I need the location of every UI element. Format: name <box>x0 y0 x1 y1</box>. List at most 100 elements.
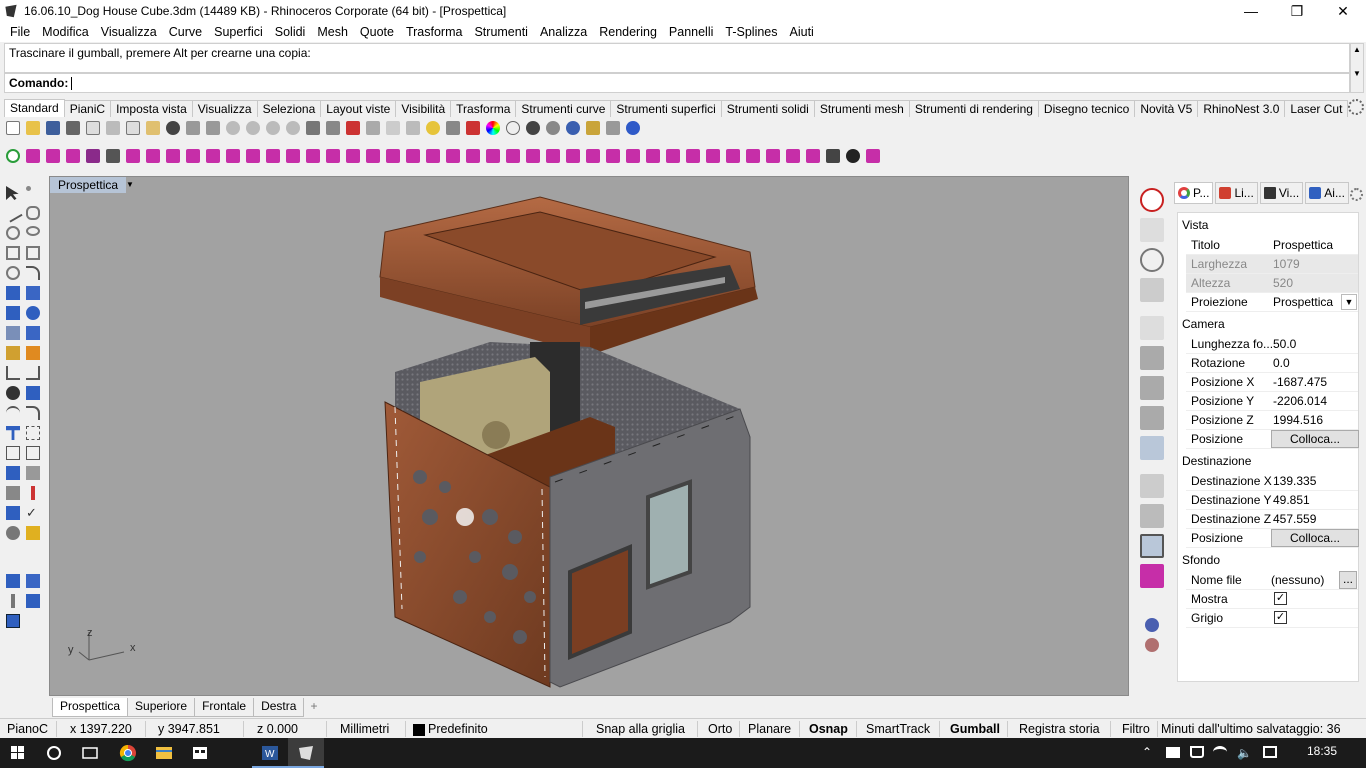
tab-strumenti-solidi[interactable]: Strumenti solidi <box>720 100 815 117</box>
prop-nomefile-value[interactable]: (nessuno) <box>1271 573 1324 587</box>
rectangle-icon[interactable] <box>26 246 40 260</box>
taskbar-clock[interactable]: 18:35 <box>1307 744 1337 758</box>
surface-icon[interactable] <box>6 286 20 300</box>
tab-visualizza[interactable]: Visualizza <box>191 100 258 117</box>
open-file-icon[interactable] <box>26 121 40 135</box>
polyline-icon[interactable] <box>3 203 23 223</box>
extrude-surface-icon[interactable] <box>26 286 40 300</box>
panel-tab-properties[interactable]: P... <box>1174 182 1214 204</box>
ts-standard-icon[interactable] <box>766 149 780 163</box>
tab-imposta-vista[interactable]: Imposta vista <box>110 100 193 117</box>
zoom-selected-icon[interactable] <box>286 121 300 135</box>
tsplines-panel-icon[interactable] <box>1140 564 1164 588</box>
rendered-icon[interactable] <box>546 121 560 135</box>
point-icon[interactable] <box>26 186 31 191</box>
mostra-checkbox[interactable]: ✓ <box>1274 592 1287 605</box>
ts-split-icon[interactable] <box>466 149 480 163</box>
prop-desty-value[interactable]: 49.851 <box>1273 493 1310 507</box>
prop-posx-value[interactable]: -1687.475 <box>1273 375 1327 389</box>
ts-fill-icon[interactable] <box>286 149 300 163</box>
prop-proiezione[interactable]: Proiezione Prospettica ▼ <box>1186 293 1358 312</box>
menu-modifica[interactable]: Modifica <box>36 25 95 39</box>
layer-icon[interactable] <box>466 121 480 135</box>
menu-curve[interactable]: Curve <box>163 25 208 39</box>
render-shaded-icon[interactable] <box>526 121 540 135</box>
file-explorer-icon[interactable] <box>146 738 182 768</box>
menu-trasforma[interactable]: Trasforma <box>400 25 469 39</box>
prop-lunghezza-value[interactable]: 50.0 <box>1273 337 1296 351</box>
rotate-view-icon[interactable] <box>206 121 220 135</box>
marker-icon[interactable] <box>31 486 35 500</box>
copy-icon[interactable] <box>126 121 140 135</box>
offset-icon[interactable] <box>6 406 20 420</box>
tab-standard[interactable]: Standard <box>4 99 65 117</box>
menu-pannelli[interactable]: Pannelli <box>663 25 719 39</box>
ts-box-icon[interactable] <box>26 149 40 163</box>
select-icon[interactable] <box>346 121 360 135</box>
menu-file[interactable]: File <box>4 25 36 39</box>
sphere-solid-icon[interactable] <box>26 306 40 320</box>
mirror-icon[interactable] <box>26 446 40 460</box>
zoom-icon[interactable] <box>226 121 240 135</box>
prop-destz-value[interactable]: 457.559 <box>1273 512 1316 526</box>
record-history-toggle[interactable]: Registra storia <box>1019 722 1100 736</box>
action-center-icon[interactable] <box>1263 746 1277 758</box>
ts-subdivide-icon[interactable] <box>426 149 440 163</box>
snapshot-icon[interactable] <box>1140 474 1164 498</box>
grasshopper-icon[interactable] <box>606 121 620 135</box>
tab-strumenti-rendering[interactable]: Strumenti di rendering <box>908 100 1039 117</box>
tab-rhinonest[interactable]: RhinoNest 3.0 <box>1197 100 1286 117</box>
cplane-icon[interactable] <box>386 121 400 135</box>
ts-extrude-icon[interactable] <box>126 149 140 163</box>
prop-posy-value[interactable]: -2206.014 <box>1273 394 1327 408</box>
power-icon[interactable] <box>1140 188 1164 212</box>
prop-destinazione-x[interactable]: Destinazione X 139.335 <box>1186 472 1358 491</box>
prop-rotazione-value[interactable]: 0.0 <box>1273 356 1290 370</box>
tab-disegno-tecnico[interactable]: Disegno tecnico <box>1037 100 1136 117</box>
chevron-down-icon[interactable]: ▼ <box>1341 294 1357 310</box>
prop-posizione-z[interactable]: Posizione Z 1994.516 <box>1186 411 1358 430</box>
text-icon[interactable] <box>6 426 20 440</box>
command-scrollbar[interactable]: ▲ ▼ <box>1350 43 1364 93</box>
smarttrack-toggle[interactable]: SmartTrack <box>866 722 930 736</box>
grid-dots-icon[interactable] <box>6 486 20 500</box>
ts-unweld-icon[interactable] <box>326 149 340 163</box>
cube-view-perspective-icon[interactable] <box>1140 436 1164 460</box>
status-cplane[interactable]: PianoC <box>7 722 48 736</box>
pin-icon[interactable] <box>11 594 15 608</box>
box-solid-icon[interactable] <box>6 306 20 320</box>
ts-uncrease-icon[interactable] <box>366 149 380 163</box>
colloca-camera-button[interactable]: Colloca... <box>1271 430 1359 448</box>
array-icon[interactable] <box>6 446 20 460</box>
viewport-title[interactable]: Prospettica <box>50 177 127 193</box>
minimize-button[interactable]: — <box>1228 0 1274 22</box>
ts-sphere-icon[interactable] <box>46 149 60 163</box>
close-button[interactable]: ✕ <box>1320 0 1366 22</box>
lock-icon[interactable] <box>446 121 460 135</box>
analyze-icon[interactable] <box>6 506 20 520</box>
prop-rotazione[interactable]: Rotazione 0.0 <box>1186 354 1358 373</box>
menu-quote[interactable]: Quote <box>354 25 400 39</box>
light-icon[interactable] <box>426 121 440 135</box>
join-icon[interactable] <box>6 386 20 400</box>
select-arrow-icon[interactable] <box>6 186 19 200</box>
menu-solidi[interactable]: Solidi <box>269 25 312 39</box>
ts-ring-icon[interactable] <box>666 149 680 163</box>
ts-convert-icon[interactable] <box>706 149 720 163</box>
grigio-checkbox[interactable]: ✓ <box>1274 611 1287 624</box>
material-icon[interactable] <box>566 121 580 135</box>
snap-grid-toggle[interactable]: Snap alla griglia <box>596 722 685 736</box>
cylinder-solid-icon[interactable] <box>6 326 20 340</box>
tab-strumenti-curve[interactable]: Strumenti curve <box>515 100 612 117</box>
boolean-icon[interactable] <box>6 346 20 360</box>
word-icon[interactable]: W <box>252 738 288 768</box>
save-icon[interactable] <box>46 121 60 135</box>
prop-titolo[interactable]: Titolo Prospettica <box>1186 236 1358 255</box>
circle-icon[interactable] <box>6 226 20 240</box>
menu-tsplines[interactable]: T-Splines <box>719 25 783 39</box>
prop-nome-file[interactable]: Nome file (nessuno)... <box>1186 571 1358 590</box>
explode-icon[interactable] <box>26 346 40 360</box>
ts-tools-icon[interactable] <box>826 149 840 163</box>
menu-visualizza[interactable]: Visualizza <box>95 25 163 39</box>
ts-weld-icon[interactable] <box>306 149 320 163</box>
